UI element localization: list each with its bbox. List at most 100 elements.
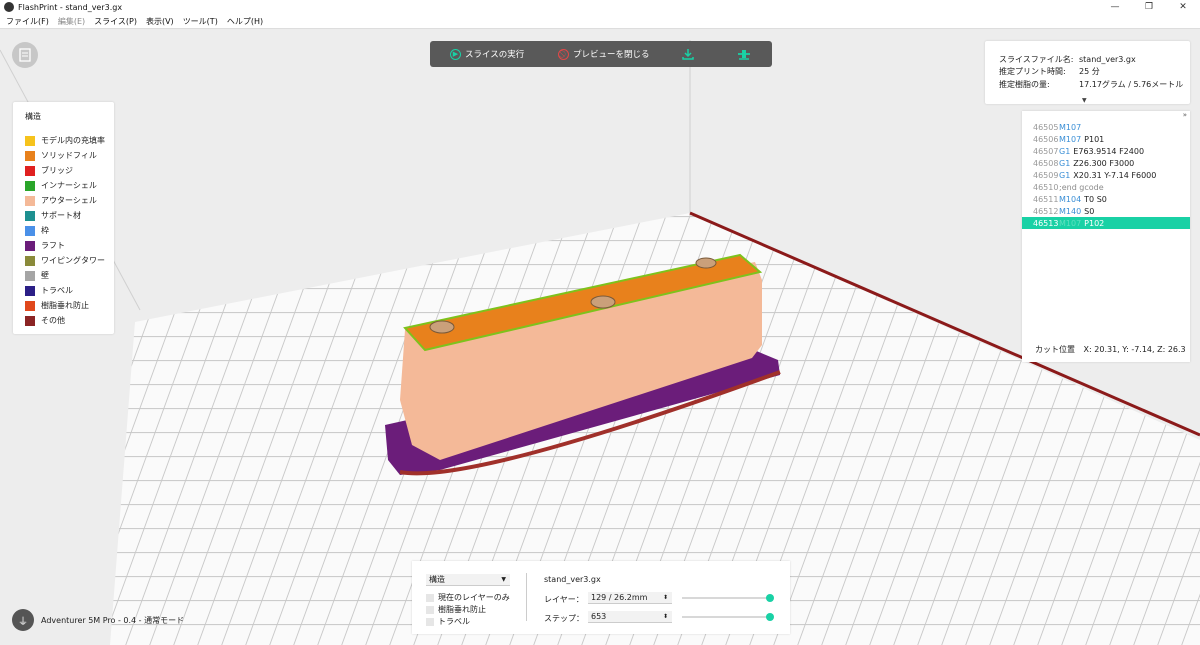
legend-label: トラベル bbox=[41, 286, 73, 295]
layer-slider[interactable] bbox=[682, 594, 774, 602]
gcode-line-number: 46510 bbox=[1033, 182, 1059, 192]
printer-nozzle-icon[interactable]: ⏚ bbox=[12, 609, 34, 631]
legend-label: ブリッジ bbox=[41, 166, 73, 175]
file-name-label: スライスファイル名: bbox=[999, 54, 1074, 64]
3d-viewport[interactable] bbox=[0, 30, 1200, 645]
gcode-line-number: 46512 bbox=[1033, 206, 1059, 216]
gcode-list[interactable]: 46505 M107 46506 M107 P101 46507 G1 E763.9514 F… bbox=[1022, 121, 1190, 229]
checkbox-label: 現在のレイヤーのみ bbox=[438, 593, 510, 602]
collapse-arrow-icon[interactable]: ▼ bbox=[1082, 97, 1087, 104]
menu-file[interactable]: ファイル(F) bbox=[6, 16, 49, 27]
legend-swatch bbox=[25, 315, 35, 326]
send-to-printer-button[interactable] bbox=[736, 47, 752, 61]
gcode-panel: » 46505 M107 46506 M107 P101 46507 G1 E763.9514… bbox=[1022, 111, 1190, 362]
travel-checkbox[interactable]: トラベル bbox=[426, 616, 470, 627]
gcode-line[interactable]: 46506 M107 P101 bbox=[1022, 133, 1190, 145]
no-entry-icon: ⃠ bbox=[558, 48, 569, 60]
gcode-args: Z26.300 F3000 bbox=[1073, 158, 1135, 168]
menu-help[interactable]: ヘルプ(H) bbox=[227, 16, 263, 27]
gcode-line[interactable]: 46510 ;end gcode bbox=[1022, 181, 1190, 193]
minimize-button[interactable]: — bbox=[1098, 0, 1132, 14]
gcode-args: T0 S0 bbox=[1084, 194, 1107, 204]
step-value: 653 bbox=[591, 612, 607, 621]
close-preview-button[interactable]: ⃠ プレビューを閉じる bbox=[558, 48, 650, 60]
gcode-line[interactable]: 46507 G1 E763.9514 F2400 bbox=[1022, 145, 1190, 157]
legend-label: ラフト bbox=[41, 241, 65, 250]
step-spinbox[interactable]: 653 ⬍ bbox=[588, 611, 672, 623]
legend-label: アウターシェル bbox=[41, 196, 97, 205]
gcode-line[interactable]: 46512 M140 S0 bbox=[1022, 205, 1190, 217]
menu-edit[interactable]: 編集(E) bbox=[58, 16, 85, 27]
checkbox-label: トラベル bbox=[438, 617, 470, 626]
anti-ooze-checkbox[interactable]: 樹脂垂れ防止 bbox=[426, 604, 486, 615]
step-slider-handle[interactable] bbox=[766, 613, 774, 621]
legend-swatch bbox=[25, 285, 35, 296]
checkbox-box[interactable] bbox=[426, 605, 434, 614]
step-slider[interactable] bbox=[682, 613, 774, 621]
file-name-value: stand_ver3.gx bbox=[1079, 54, 1136, 64]
menu-view[interactable]: 表示(V) bbox=[146, 16, 174, 27]
legend-label: モデル内の充填率 bbox=[41, 136, 105, 145]
run-slice-button[interactable]: ▶ スライスの実行 bbox=[450, 48, 524, 60]
preview-toolbar: ▶ スライスの実行 ⃠ プレビューを閉じる bbox=[430, 41, 772, 67]
machine-status: ⏚ Adventurer 5M Pro - 0.4 - 通常モード bbox=[12, 609, 184, 631]
legend-swatch bbox=[25, 270, 35, 281]
gcode-comment: ;end gcode bbox=[1059, 182, 1104, 192]
export-button[interactable] bbox=[682, 48, 694, 60]
legend-swatch bbox=[25, 225, 35, 236]
menu-slice[interactable]: スライス(P) bbox=[94, 16, 137, 27]
gcode-line[interactable]: 46508 G1 Z26.300 F3000 bbox=[1022, 157, 1190, 169]
gcode-args: E763.9514 F2400 bbox=[1073, 146, 1145, 156]
legend-label: ワイピングタワー bbox=[41, 256, 105, 265]
menu-tools[interactable]: ツール(T) bbox=[183, 16, 218, 27]
legend-swatch bbox=[25, 135, 35, 146]
current-layer-only-checkbox[interactable]: 現在のレイヤーのみ bbox=[426, 592, 510, 603]
layer-spinbox[interactable]: 129 / 26.2mm ⬍ bbox=[588, 592, 672, 604]
checkbox-box[interactable] bbox=[426, 617, 434, 626]
gcode-line[interactable]: 46513 M107 P102 bbox=[1022, 217, 1190, 229]
gcode-line[interactable]: 46511 M104 T0 S0 bbox=[1022, 193, 1190, 205]
legend-item: サポート材 bbox=[25, 208, 114, 223]
gcode-command: G1 bbox=[1059, 146, 1071, 156]
dropdown-arrow-icon: ▼ bbox=[501, 576, 506, 583]
expand-chevron-icon[interactable]: » bbox=[1183, 111, 1187, 119]
gcode-line[interactable]: 46505 M107 bbox=[1022, 121, 1190, 133]
close-button[interactable]: ✕ bbox=[1166, 0, 1200, 14]
cut-position: カット位置 X: 20.31, Y: -7.14, Z: 26.3 bbox=[1035, 344, 1186, 355]
legend-swatch bbox=[25, 180, 35, 191]
build-plate-scene bbox=[0, 40, 1200, 645]
gcode-args: P101 bbox=[1084, 134, 1105, 144]
document-button[interactable] bbox=[12, 42, 38, 68]
structure-legend: 構造 モデル内の充填率 ソリッドフィル ブリッジ インナーシェル アウターシェル サポート… bbox=[13, 102, 114, 334]
layer-control-panel: 構造 ▼ 現在のレイヤーのみ 樹脂垂れ防止 トラベル stand_ver3.gx… bbox=[412, 561, 790, 634]
spin-arrows-icon[interactable]: ⬍ bbox=[663, 613, 668, 620]
layer-slider-handle[interactable] bbox=[766, 594, 774, 602]
gcode-command: G1 bbox=[1059, 170, 1071, 180]
layer-label: レイヤー： bbox=[544, 595, 584, 604]
gcode-line-number: 46513 bbox=[1033, 218, 1059, 228]
structure-select[interactable]: 構造 ▼ bbox=[426, 574, 510, 586]
spin-arrows-icon[interactable]: ⬍ bbox=[663, 594, 668, 601]
gcode-command: M104 bbox=[1059, 194, 1082, 204]
machine-label: Adventurer 5M Pro - 0.4 - 通常モード bbox=[41, 615, 185, 625]
print-time-value: 25 分 bbox=[1079, 67, 1100, 77]
checkbox-box[interactable] bbox=[426, 593, 434, 602]
legend-swatch bbox=[25, 150, 35, 161]
window-title: FlashPrint - stand_ver3.gx bbox=[18, 2, 123, 12]
info-row-file: スライスファイル名: stand_ver3.gx bbox=[999, 53, 1190, 66]
legend-item: 枠 bbox=[25, 223, 114, 238]
info-row-time: 推定プリント時間: 25 分 bbox=[999, 66, 1190, 79]
legend-swatch bbox=[25, 195, 35, 206]
legend-label: サポート材 bbox=[41, 211, 81, 220]
legend-item: トラベル bbox=[25, 283, 114, 298]
info-row-resin: 推定樹脂の量: 17.17グラム / 5.76メートル bbox=[999, 78, 1190, 91]
gcode-line[interactable]: 46509 G1 X20.31 Y-7.14 F6000 bbox=[1022, 169, 1190, 181]
bottom-file-name: stand_ver3.gx bbox=[544, 575, 601, 584]
maximize-button[interactable]: ❐ bbox=[1132, 0, 1166, 14]
legend-swatch bbox=[25, 255, 35, 266]
legend-title: 構造 bbox=[25, 112, 41, 121]
close-preview-label: プレビューを閉じる bbox=[573, 50, 650, 60]
gcode-line-number: 46508 bbox=[1033, 158, 1059, 168]
legend-item: 壁 bbox=[25, 268, 114, 283]
gcode-command: M140 bbox=[1059, 206, 1082, 216]
